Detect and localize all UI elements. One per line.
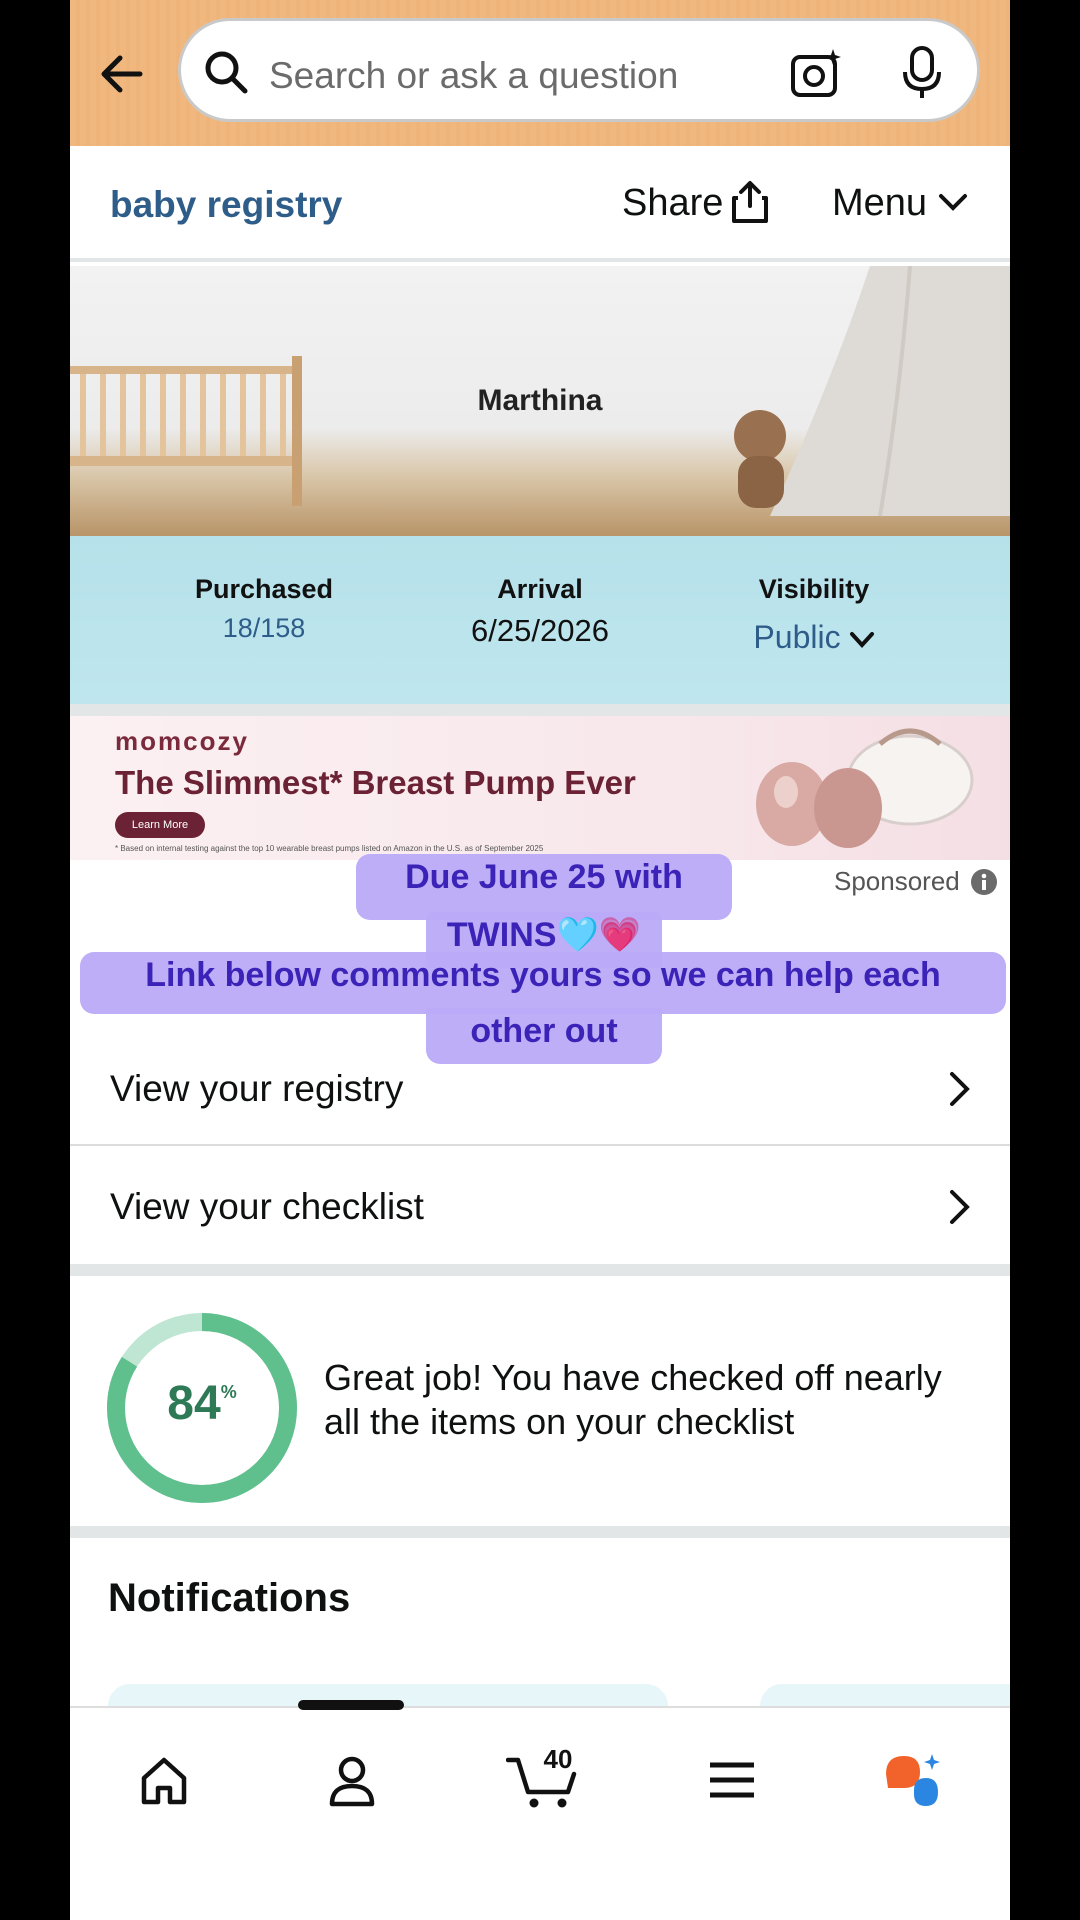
registry-banner: Marthina [70,266,1010,536]
purchased-stat: Purchased 18/158 [124,574,404,644]
arrival-stat: Arrival 6/25/2026 [400,574,680,649]
breast-pump-image [756,728,974,848]
ad-headline: The Slimmest* Breast Pump Ever [115,764,636,801]
app-screen: Search or ask a question baby registry S… [70,0,1010,1920]
visibility-dropdown[interactable]: Public [674,619,954,656]
progress-message: Great job! You have checked off nearly a… [324,1357,942,1442]
back-arrow-icon[interactable] [92,44,152,104]
active-tab-indicator [298,1700,404,1710]
camera-search-icon[interactable] [789,47,843,101]
sponsored-ad-banner[interactable]: momcozy The Slimmest* Breast Pump Ever L… [70,716,1010,860]
divider [70,1526,1010,1538]
visibility-value: Public [753,619,841,655]
caption-twins: TWINS [446,916,557,954]
visibility-stat[interactable]: Visibility Public [674,574,954,656]
ad-disclaimer: * Based on internal testing against the … [115,844,544,853]
view-checklist-label: View your checklist [110,1186,424,1227]
arrival-value: 6/25/2026 [471,613,609,648]
divider [70,704,1010,716]
microphone-icon[interactable] [899,45,945,101]
divider [70,1144,1010,1146]
progress-percent-value: 84 [167,1377,221,1430]
view-registry-label: View your registry [110,1068,404,1109]
chevron-down-icon [849,631,874,648]
share-button[interactable]: Share [622,182,723,225]
chevron-right-icon [950,1190,970,1224]
divider [70,1264,1010,1276]
search-header: Search or ask a question [70,0,1010,146]
registrant-name: Marthina [477,384,603,417]
progress-percent: 84% [104,1376,300,1431]
notifications-title: Notifications [108,1576,351,1620]
menu-button[interactable]: Menu [832,182,927,225]
chevron-down-icon[interactable] [938,192,968,214]
cart-count-badge: 40 [543,1744,573,1774]
arrival-label: Arrival [497,574,583,604]
purchased-label: Purchased [194,574,334,604]
caption-line-4: other out [426,1008,662,1064]
info-icon[interactable] [970,868,998,896]
percent-sign: % [220,1382,237,1402]
purchased-value: 18/158 [222,613,306,643]
chevron-right-icon [950,1072,970,1106]
crib-illustration [70,356,302,506]
caption-line-1: Due June 25 with [356,854,732,920]
sponsored-label: Sponsored [834,866,960,896]
home-icon[interactable] [134,1750,194,1810]
registry-brand[interactable]: baby registry [110,184,342,226]
search-input[interactable]: Search or ask a question [269,55,678,97]
bottom-navigation: 40 [70,1700,1010,1920]
visibility-label: Visibility [758,574,870,604]
search-icon [205,51,248,94]
share-icon[interactable] [730,180,770,224]
caption-line-3: Link below comments yours so we can help… [80,952,1006,1014]
ad-learn-more-button[interactable]: Learn More [115,812,205,838]
menu-icon[interactable] [702,1750,762,1810]
registry-stats: Purchased 18/158 Arrival 6/25/2026 Visib… [70,536,1010,704]
registry-subheader: baby registry Share Menu [70,146,1010,262]
account-icon[interactable] [322,1750,382,1810]
view-checklist-row[interactable]: View your checklist [70,1148,1010,1264]
assistant-icon[interactable] [880,1750,944,1810]
ad-brand-logo: momcozy [115,726,249,756]
search-bar[interactable]: Search or ask a question [178,18,980,122]
checklist-progress-card[interactable]: 84% Great job! You have checked off near… [70,1276,1010,1526]
